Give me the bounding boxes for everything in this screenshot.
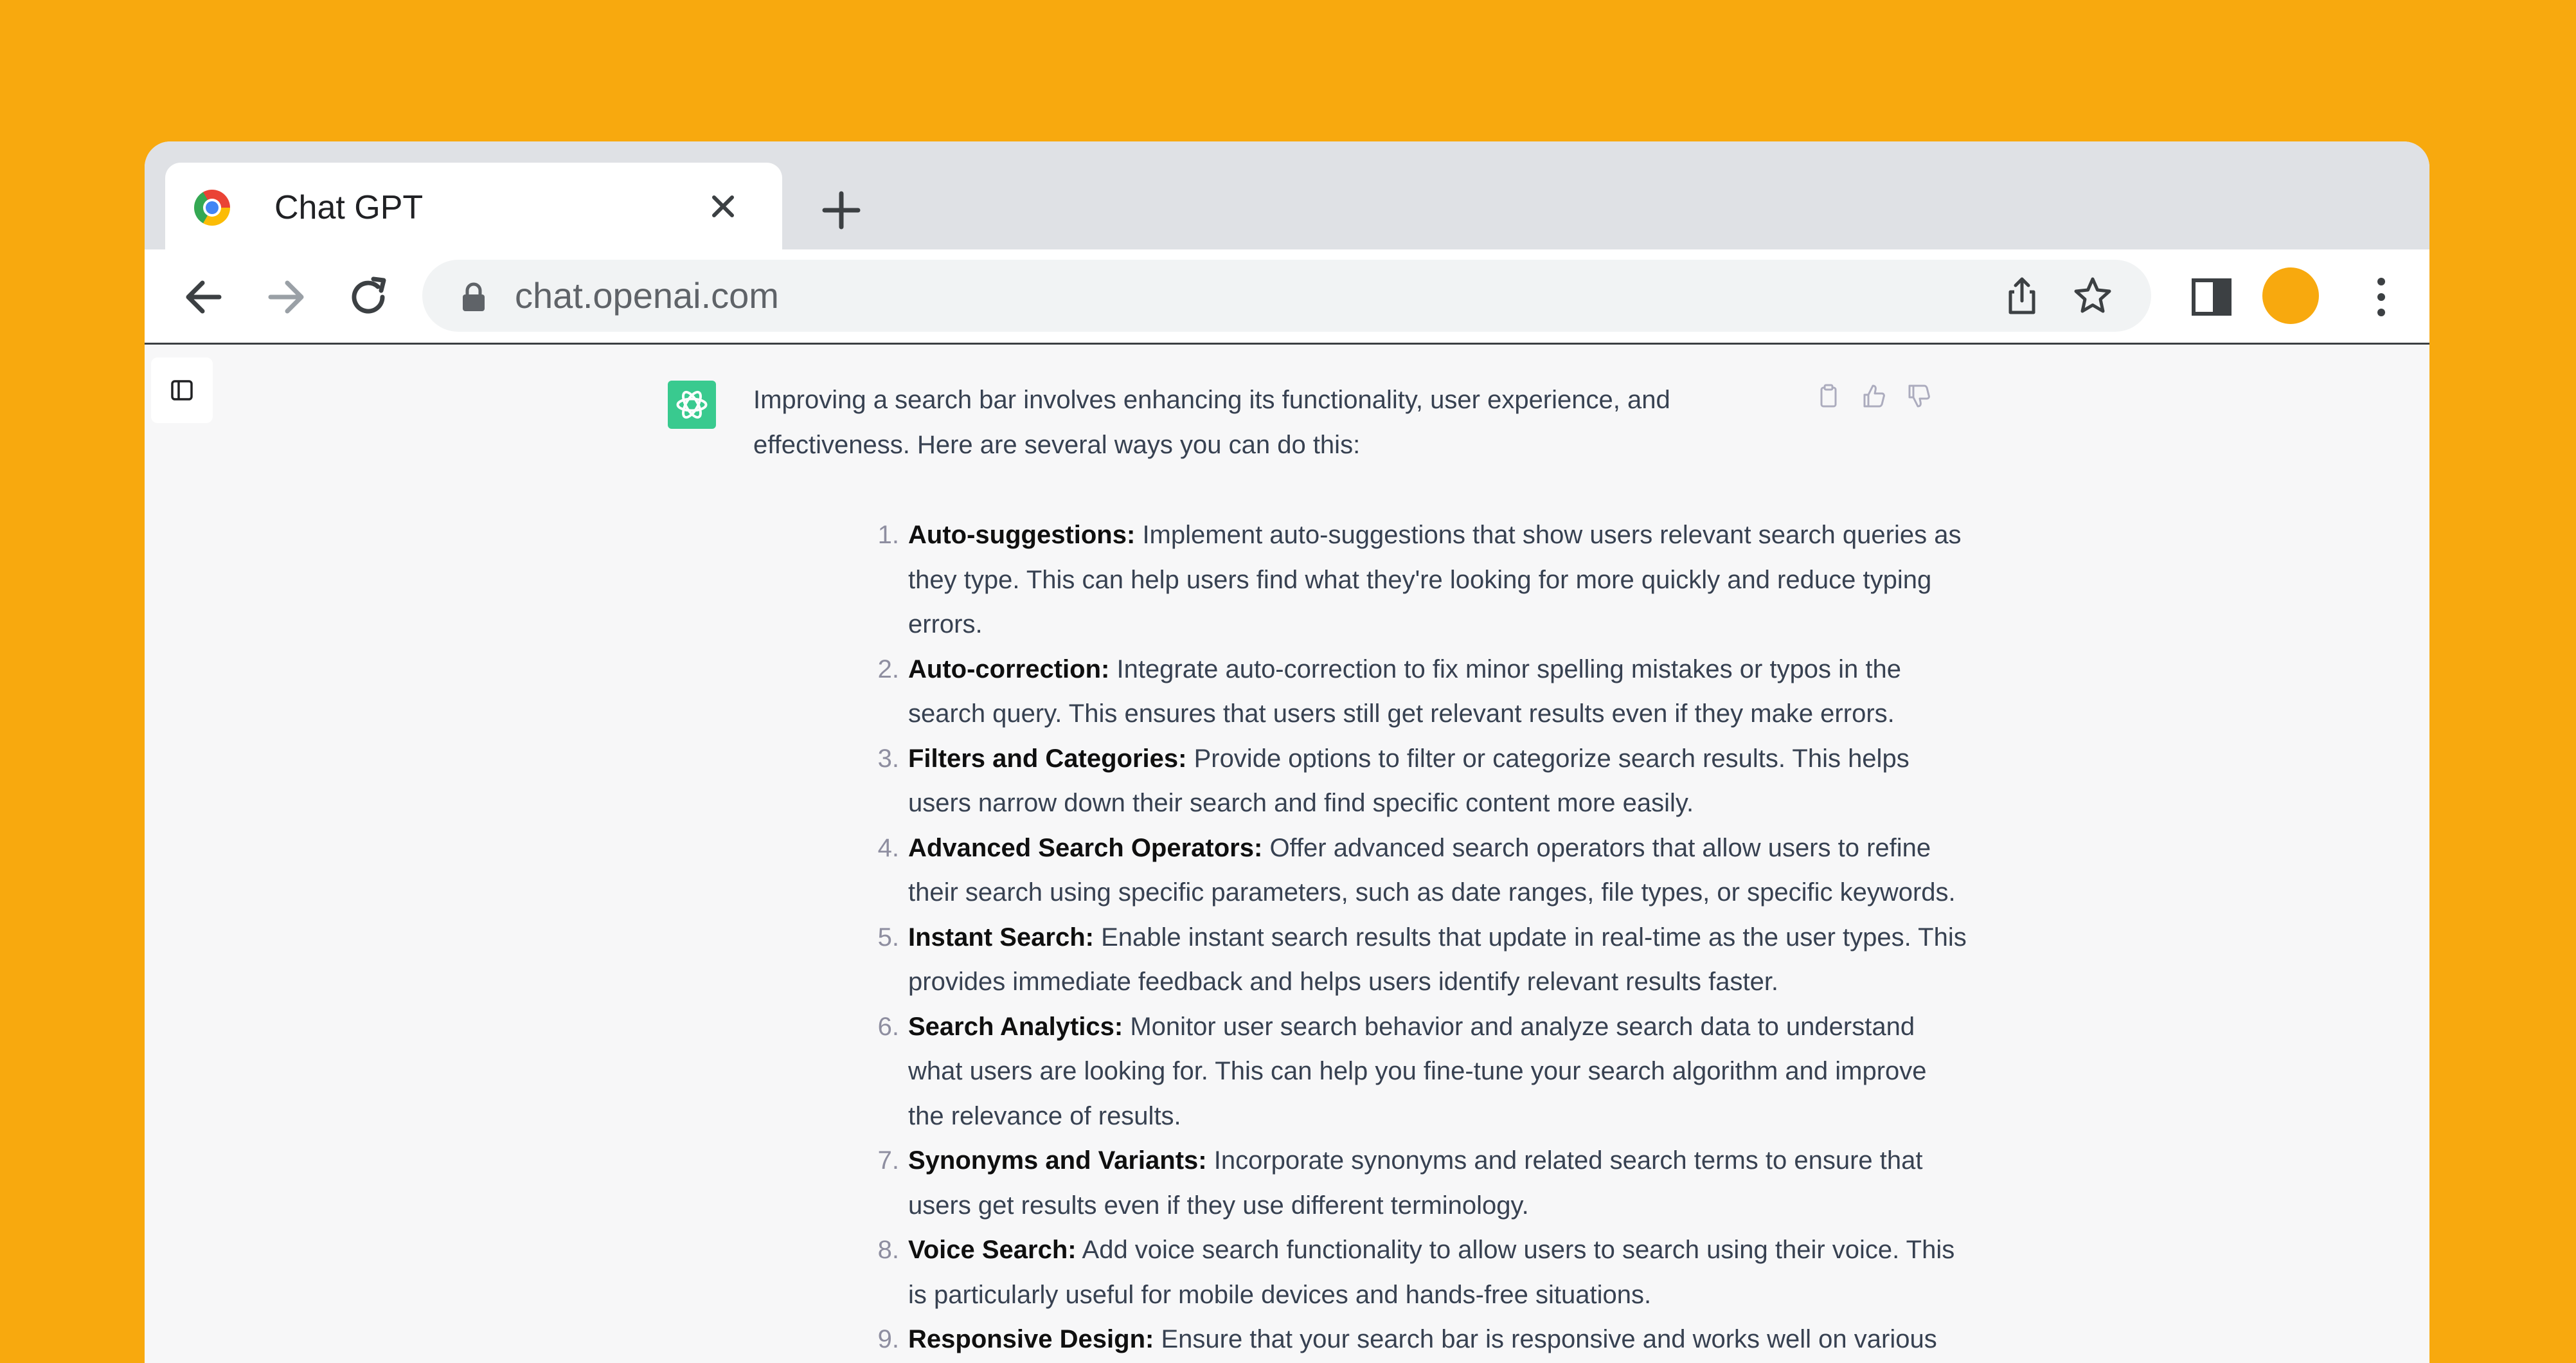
list-number: 7. [877, 1146, 899, 1175]
list-number: 6. [877, 1012, 899, 1041]
item-title: Auto-correction: [908, 654, 1110, 683]
list-number: 1. [877, 521, 899, 549]
browser-tab[interactable]: Chat GPT [165, 163, 782, 253]
chrome-icon [194, 190, 230, 226]
bookmark-star-icon[interactable] [2071, 274, 2115, 318]
reload-icon[interactable] [343, 271, 394, 323]
list-number: 5. [877, 923, 899, 952]
list-number: 2. [877, 654, 899, 683]
list-item: 7. Synonyms and Variants: Incorporate syn… [878, 1139, 1969, 1228]
new-tab-plus-icon[interactable] [814, 183, 868, 237]
list-item: 2. Auto-correction: Integrate auto-correc… [878, 647, 1969, 737]
side-panel-icon[interactable] [2188, 274, 2235, 320]
item-title: Voice Search: [908, 1236, 1077, 1264]
item-title: Instant Search: [908, 923, 1094, 952]
item-title: Auto-suggestions: [908, 521, 1136, 549]
item-title: Search Analytics: [908, 1012, 1123, 1041]
list-number: 8. [877, 1236, 899, 1264]
copy-clipboard-icon[interactable] [1816, 383, 1841, 409]
lock-icon[interactable] [461, 282, 487, 312]
item-title: Responsive Design: [908, 1325, 1154, 1353]
list-item: 3. Filters and Categories: Provide option… [878, 737, 1969, 826]
browser-window: Chat GPT chat.openai.com Improving a sea… [145, 141, 2429, 1363]
item-title: Synonyms and Variants: [908, 1146, 1207, 1175]
chat-content: Improving a search bar involves enhancin… [145, 345, 2429, 1363]
list-item: 5. Instant Search: Enable instant search … [878, 916, 1969, 1005]
sidebar-toggle-icon[interactable] [151, 357, 213, 423]
thumbs-down-icon[interactable] [1906, 383, 1931, 409]
share-icon[interactable] [2000, 274, 2044, 318]
url-text[interactable]: chat.openai.com [515, 274, 779, 318]
profile-avatar[interactable] [2262, 267, 2319, 324]
item-title: Filters and Categories: [908, 744, 1187, 773]
list-item: 9. Responsive Design: Ensure that your se… [878, 1317, 1969, 1362]
answer-list: 1. Auto-suggestions: Implement auto-sugge… [878, 513, 1969, 1362]
back-arrow-icon[interactable] [178, 271, 229, 323]
list-number: 9. [877, 1325, 899, 1353]
kebab-menu-icon[interactable] [2356, 271, 2407, 323]
item-text: Ensure that your search bar is responsiv… [1161, 1325, 1937, 1353]
address-bar[interactable]: chat.openai.com [422, 260, 2151, 332]
openai-logo-icon [668, 381, 716, 429]
list-item: 1. Auto-suggestions: Implement auto-sugge… [878, 513, 1969, 647]
forward-arrow-icon[interactable] [260, 271, 312, 323]
thumbs-up-icon[interactable] [1861, 383, 1886, 409]
tab-title: Chat GPT [274, 189, 424, 226]
list-number: 3. [877, 744, 899, 773]
tab-strip: Chat GPT [145, 141, 2429, 253]
item-title: Advanced Search Operators: [908, 833, 1263, 862]
close-tab-icon[interactable] [705, 188, 741, 224]
browser-toolbar: chat.openai.com [145, 249, 2429, 345]
list-number: 4. [877, 833, 899, 862]
list-item: 4. Advanced Search Operators: Offer advan… [878, 826, 1969, 916]
list-item: 8. Voice Search: Add voice search functio… [878, 1228, 1969, 1317]
assistant-intro-text: Improving a search bar involves enhancin… [753, 386, 1670, 459]
list-item: 6. Search Analytics: Monitor user search … [878, 1005, 1969, 1139]
